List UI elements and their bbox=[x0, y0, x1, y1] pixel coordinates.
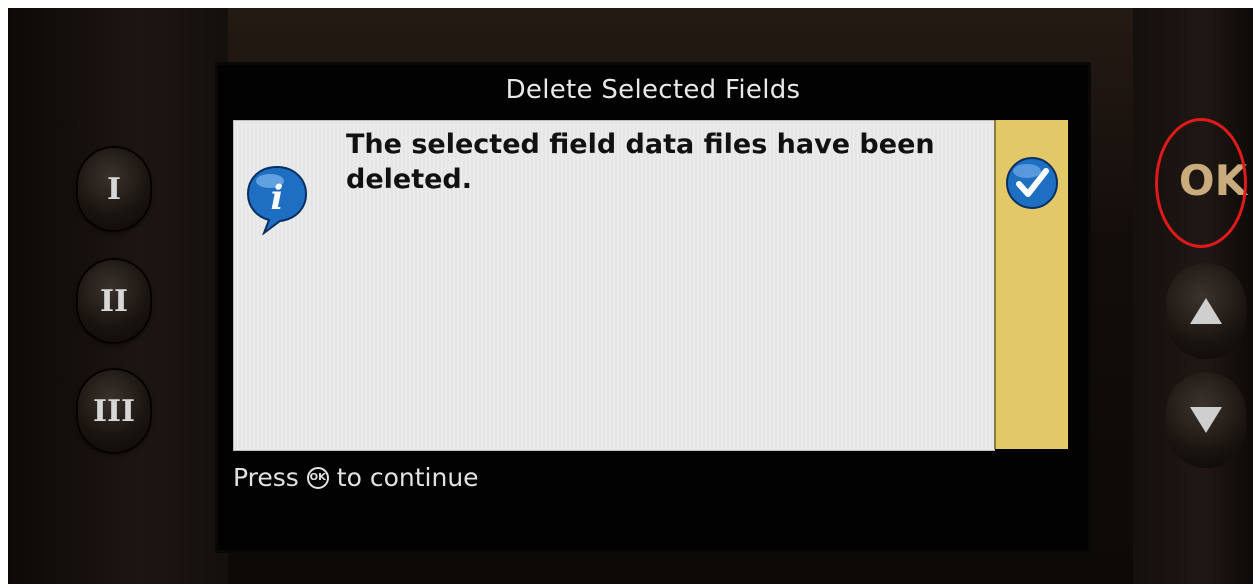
device-photo: I II III Delete Selected Fields i The se… bbox=[8, 8, 1253, 584]
display-screen: Delete Selected Fields i The selected fi… bbox=[218, 65, 1088, 550]
info-icon: i bbox=[246, 165, 308, 235]
softkey-1-label: I bbox=[106, 171, 122, 207]
arrow-up-button[interactable] bbox=[1166, 263, 1246, 359]
checkmark-icon[interactable] bbox=[1005, 156, 1059, 210]
softkey-2-label: II bbox=[99, 283, 129, 319]
footer-prefix: Press bbox=[233, 463, 299, 492]
softkey-3-label: III bbox=[92, 393, 136, 429]
arrow-down-button[interactable] bbox=[1166, 372, 1246, 468]
footer-hint: Press OK to continue bbox=[233, 463, 479, 492]
ok-key-icon: OK bbox=[306, 466, 329, 489]
confirm-panel[interactable] bbox=[994, 120, 1068, 449]
arrow-down-icon bbox=[1190, 407, 1222, 433]
screen-title: Delete Selected Fields bbox=[505, 75, 801, 105]
highlight-circle bbox=[1155, 118, 1247, 248]
message-dialog: i The selected field data files have bee… bbox=[233, 120, 995, 451]
softkey-2-button[interactable]: II bbox=[78, 260, 150, 342]
footer-suffix: to continue bbox=[336, 463, 479, 492]
softkey-1-button[interactable]: I bbox=[78, 148, 150, 230]
arrow-up-icon bbox=[1190, 298, 1222, 324]
softkey-3-button[interactable]: III bbox=[78, 370, 150, 452]
svg-text:i: i bbox=[271, 178, 284, 218]
dialog-message: The selected field data files have been … bbox=[346, 129, 935, 195]
